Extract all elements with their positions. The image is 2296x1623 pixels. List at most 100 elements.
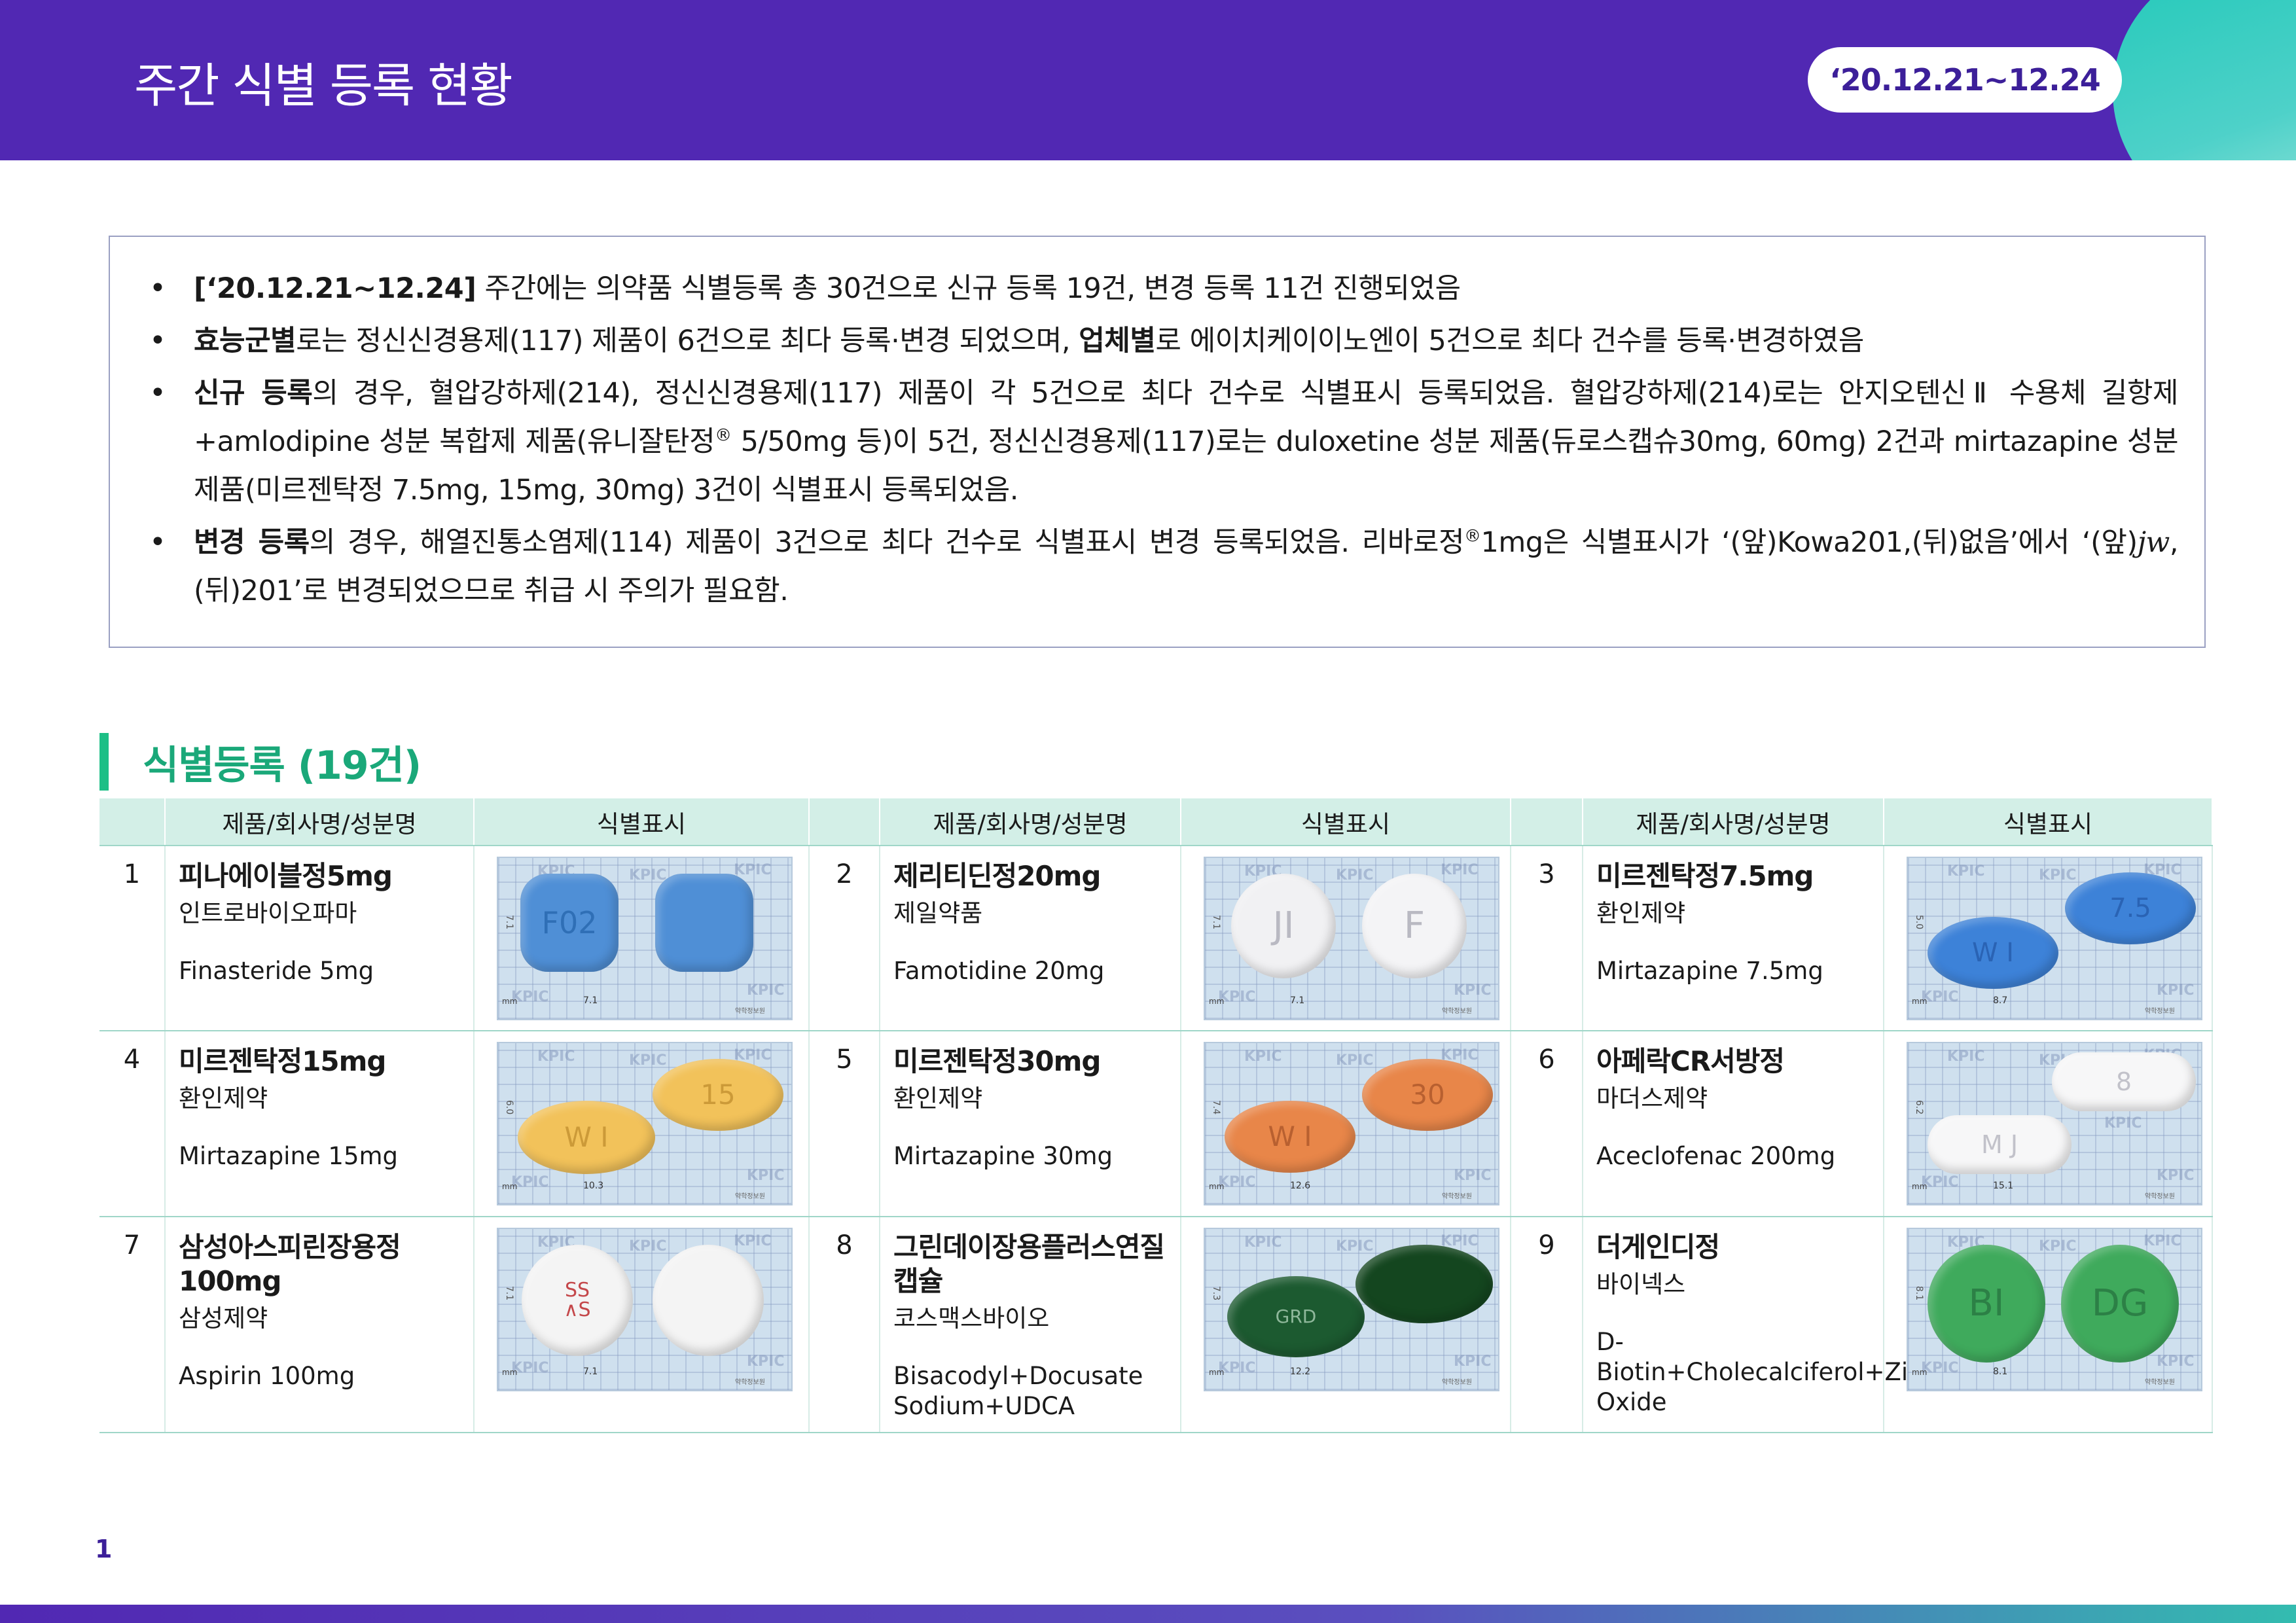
table-row: 1 피나에이블정5mg 인트로바이오파마 Finasteride 5mg KPIC KPI… xyxy=(99,846,2213,1031)
watermark-text: KPIC xyxy=(747,982,785,999)
item-number: 5 xyxy=(809,1031,880,1217)
header-decoration xyxy=(2113,0,2296,160)
pill-back: 30 xyxy=(1362,1059,1493,1131)
summary-bullet-4: 변경 등록의 경우, 해열진통소염제(114) 제품이 3건으로 최다 건수로 … xyxy=(149,518,2179,615)
section-heading: 식별등록 (19건) xyxy=(99,732,422,792)
ruler-horizontal-label: 7.1 xyxy=(1290,995,1305,1006)
summary-box: [‘20.12.21~12.24] 주간에는 의약품 식별등록 총 30건으로 … xyxy=(109,236,2206,648)
product-name: 삼성아스피린장용정 100mg xyxy=(179,1231,401,1297)
product-cell: 미르젠탁정30mg 환인제약 Mirtazapine 30mg xyxy=(880,1031,1181,1217)
watermark-text: KPIC xyxy=(1244,1234,1282,1251)
italic-mark: jw xyxy=(2137,526,2170,559)
ruler-vertical-label: 7.4 xyxy=(1211,1099,1222,1115)
bullet-text: 의 경우, 해열진통소염제(114) 제품이 3건으로 최다 건수로 식별표시 … xyxy=(309,526,1465,559)
pill-photo: KPICKPICKPICKPICKPICKPICKPIC7.17.1mm약학정보… xyxy=(1204,857,1499,1020)
ruler-unit-label: mm xyxy=(1912,1182,1928,1191)
pill-imprint: F xyxy=(1403,904,1426,947)
pill-front: W I xyxy=(518,1101,655,1174)
summary-bullet-1: [‘20.12.21~12.24] 주간에는 의약품 식별등록 총 30건으로 … xyxy=(149,264,2178,313)
pill-front: W I xyxy=(1928,917,2058,989)
company-name: 환인제약 xyxy=(179,1084,268,1113)
product-name: 미르젠탁정30mg xyxy=(893,1045,1101,1077)
col-header-product: 제품/회사명/성분명 xyxy=(880,798,1181,846)
watermark-text: KPIC xyxy=(2157,982,2195,999)
col-header-product: 제품/회사명/성분명 xyxy=(165,798,475,846)
col-header-product: 제품/회사명/성분명 xyxy=(1583,798,1884,846)
watermark-text: KPIC xyxy=(734,862,772,878)
pill-imprint: DG xyxy=(2091,1282,2149,1325)
bold-text: 신규 등록 xyxy=(194,377,313,410)
ingredient-name: Mirtazapine 15mg xyxy=(179,1142,399,1170)
product-name: 제리티딘정20mg xyxy=(893,860,1101,892)
pill-imprint: W I xyxy=(1971,938,2015,968)
col-header-marking: 식별표시 xyxy=(474,798,810,846)
bold-text: 변경 등록 xyxy=(194,526,310,559)
item-number: 6 xyxy=(1511,1031,1583,1217)
summary-bullet-3: 신규 등록의 경우, 혈압강하제(214), 정신신경용제(117) 제품이 각… xyxy=(149,369,2179,514)
ruler-vertical-label: 7.3 xyxy=(1211,1285,1222,1301)
pill-photo: KPICKPICKPICKPICKPICKPICKPIC5.08.7mm약학정보… xyxy=(1907,857,2202,1020)
bold-text: [‘20.12.21~12.24] xyxy=(194,272,476,305)
product-cell: 미르젠탁정7.5mg 환인제약 Mirtazapine 7.5mg xyxy=(1583,846,1884,1031)
ingredient-name: Famotidine 20mg xyxy=(893,957,1105,985)
table-header-row: 제품/회사명/성분명 식별표시 제품/회사명/성분명 식별표시 제품/회사명/성… xyxy=(99,798,2213,846)
col-header-marking: 식별표시 xyxy=(1884,798,2213,846)
pill-photo: KPICKPICKPICKPICKPICKPICKPIC7.17.1mm약학정보… xyxy=(497,1228,793,1391)
pill-front: F02 xyxy=(520,874,619,972)
watermark-text: KPIC xyxy=(1244,1048,1282,1065)
watermark-text: KPIC xyxy=(537,1048,575,1065)
footer-bar xyxy=(0,1605,2296,1623)
pill-back: 7.5 xyxy=(2065,872,2196,944)
watermark-text: KPIC xyxy=(1947,1048,1985,1065)
pill-photo: KPICKPICKPICKPICKPICKPICKPIC7.17.1mm약학정보… xyxy=(497,857,793,1020)
summary-bullet-2: 효능군별로는 정신신경용제(117) 제품이 6건으로 최다 등록·변경 되었으… xyxy=(149,317,2178,365)
company-name: 환인제약 xyxy=(893,1084,983,1113)
item-number: 1 xyxy=(99,846,166,1031)
company-name: 삼성제약 xyxy=(179,1304,268,1332)
pill-front: GRD xyxy=(1227,1276,1365,1357)
ruler-horizontal-label: 7.1 xyxy=(583,995,598,1006)
watermark-text: KPIC xyxy=(2104,1115,2142,1132)
pill-back: 15 xyxy=(653,1059,783,1131)
pill-front: JI xyxy=(1231,874,1336,978)
pill-photo: KPICKPICKPICKPICKPICKPICKPIC6.010.3mm약학정… xyxy=(497,1042,793,1205)
pill-imprint: W I xyxy=(1268,1120,1312,1152)
marking-cell: KPICKPICKPICKPICKPICKPICKPIC7.312.2mm약학정… xyxy=(1181,1217,1511,1433)
pill-front: M J xyxy=(1928,1115,2072,1174)
pill-imprint: F02 xyxy=(541,905,598,940)
product-cell: 더게인디정 바이넥스 D-Biotin+Cholecalciferol+Zinc O… xyxy=(1583,1217,1937,1433)
item-number: 2 xyxy=(809,846,880,1031)
ruler-unit-label: mm xyxy=(502,1182,518,1191)
registered-mark: ® xyxy=(715,425,732,446)
company-name: 인트로바이오파마 xyxy=(179,899,357,927)
marking-cell: KPICKPICKPICKPICKPICKPICKPIC7.17.1mm약학정보… xyxy=(1181,846,1511,1031)
image-source-label: 약학정보원 xyxy=(1442,1008,1472,1015)
pill-front: SS ∧S xyxy=(522,1245,633,1356)
pill-back: 8 xyxy=(2052,1052,2196,1111)
page-number: 1 xyxy=(95,1535,113,1563)
watermark-text: KPIC xyxy=(747,1353,785,1370)
section-bar xyxy=(99,733,109,791)
marking-cell: KPICKPICKPICKPICKPICKPICKPIC7.412.6mm약학정… xyxy=(1181,1031,1511,1217)
ruler-horizontal-label: 8.1 xyxy=(1993,1366,2008,1377)
product-name: 미르젠탁정7.5mg xyxy=(1596,860,1814,892)
watermark-text: KPIC xyxy=(1441,862,1479,878)
bold-text: 효능군별 xyxy=(194,325,296,357)
table-row: 4 미르젠탁정15mg 환인제약 Mirtazapine 15mg KPIC KPIC KP… xyxy=(99,1031,2213,1217)
product-name: 더게인디정 xyxy=(1596,1231,1720,1263)
company-name: 코스맥스바이오 xyxy=(893,1304,1050,1332)
page-title: 주간 식별 등록 현황 xyxy=(134,58,513,113)
pill-back: F xyxy=(1362,874,1467,978)
watermark-text: KPIC xyxy=(2157,1168,2195,1184)
bullet-text: 주간에는 의약품 식별등록 총 30건으로 신규 등록 19건, 변경 등록 1… xyxy=(476,272,1461,305)
image-source-label: 약학정보원 xyxy=(735,1379,765,1386)
ruler-vertical-label: 7.1 xyxy=(1211,914,1222,930)
product-cell: 미르젠탁정15mg 환인제약 Mirtazapine 15mg xyxy=(165,1031,475,1217)
product-name: 그린데이장용플러스연질캡슐 xyxy=(893,1231,1165,1297)
watermark-text: KPIC xyxy=(734,1233,772,1249)
marking-cell: KPICKPICKPICKPICKPICKPICKPIC5.08.7mm약학정보… xyxy=(1884,846,2213,1031)
watermark-text: KPIC xyxy=(1947,863,1985,880)
image-source-label: 약학정보원 xyxy=(2145,1193,2175,1200)
pill-imprint: 8 xyxy=(2115,1067,2132,1096)
watermark-text: KPIC xyxy=(1454,1168,1492,1184)
